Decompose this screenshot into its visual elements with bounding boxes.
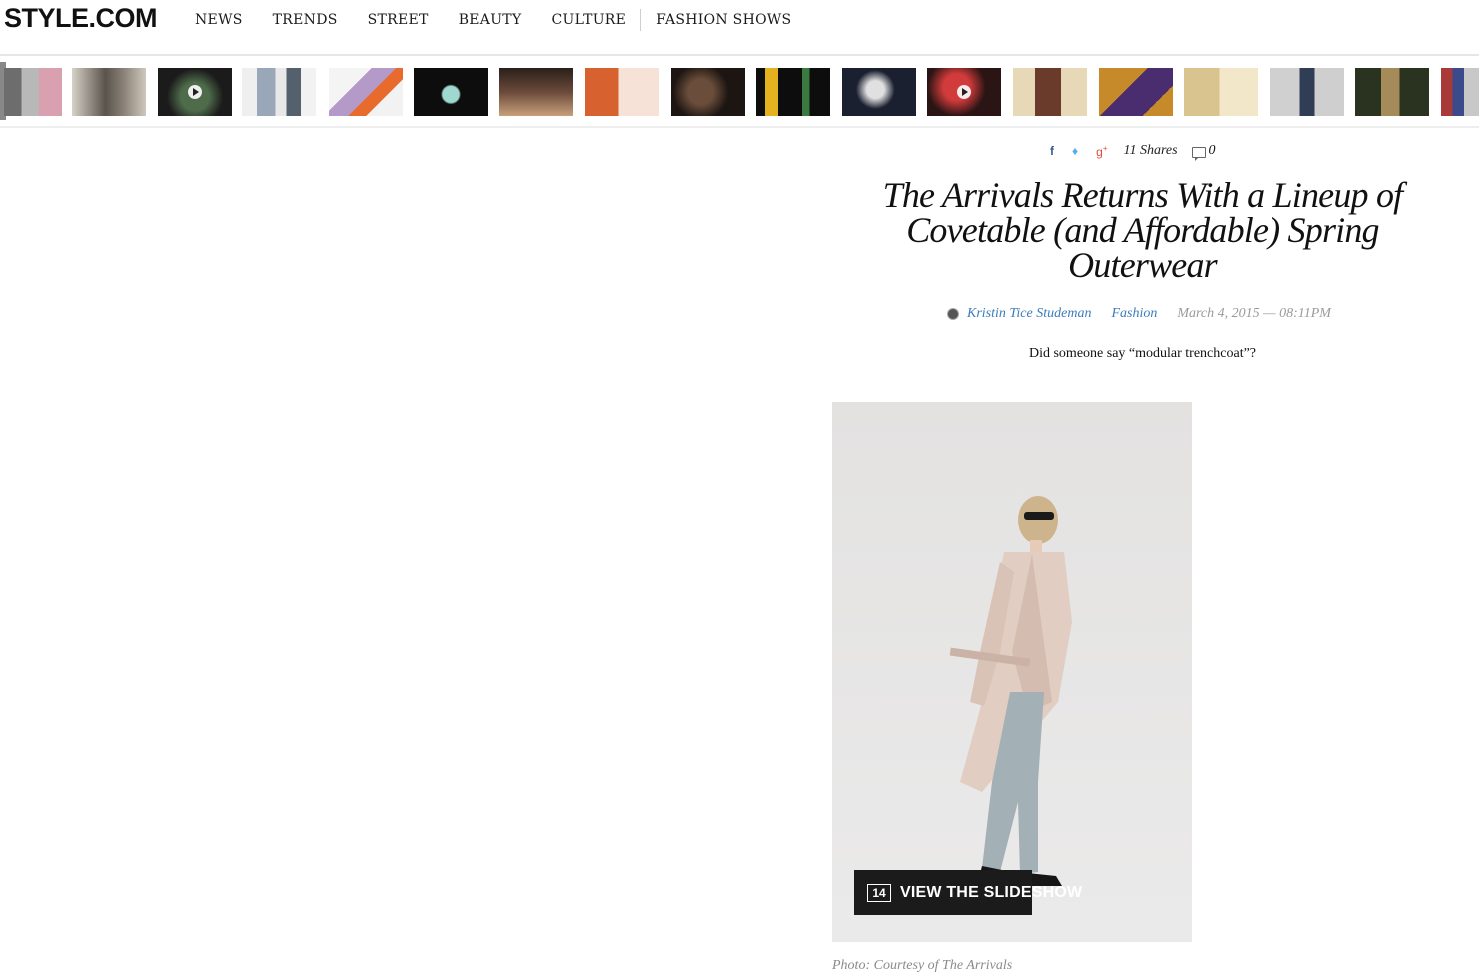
nav-trends[interactable]: TRENDS — [273, 12, 338, 28]
thumbnail-strip — [0, 60, 1479, 128]
slideshow-label: VIEW THE SLIDESHOW — [900, 884, 1083, 901]
nav-culture[interactable]: CULTURE — [552, 12, 627, 28]
thumbnail[interactable] — [1355, 68, 1429, 116]
slideshow-count: 14 — [867, 884, 891, 902]
view-slideshow-button[interactable]: 14 VIEW THE SLIDESHOW — [854, 870, 1082, 915]
nav-news[interactable]: NEWS — [195, 12, 243, 28]
photo-credit: Photo: Courtesy of The Arrivals — [832, 958, 1013, 973]
thumbnail[interactable] — [842, 68, 916, 116]
site-header: STYLE.COM NEWS TRENDS STREET BEAUTY CULT… — [0, 0, 1479, 56]
thumbnail[interactable] — [585, 68, 659, 116]
hero-image[interactable]: 14 VIEW THE SLIDESHOW — [832, 402, 1192, 942]
category-link[interactable]: Fashion — [1111, 306, 1157, 322]
google-plus-icon[interactable]: g+ — [1096, 144, 1107, 159]
article-dek: Did someone say “modular trenchcoat”? — [1028, 346, 1257, 361]
thumbnail[interactable] — [1013, 68, 1087, 116]
nav-fashion-shows[interactable]: FASHION SHOWS — [656, 12, 791, 28]
thumbnail[interactable] — [1441, 68, 1479, 116]
thumbnail[interactable] — [242, 68, 316, 116]
thumbnail[interactable] — [4, 68, 62, 116]
model-photo — [832, 402, 1192, 942]
thumbnail[interactable] — [1270, 68, 1344, 116]
twitter-icon[interactable]: ♦ — [1072, 144, 1078, 158]
thumbnail[interactable] — [72, 68, 146, 116]
publish-date: March 4, 2015 — 08:11PM — [1177, 306, 1331, 321]
nav-beauty[interactable]: BEAUTY — [459, 12, 522, 28]
site-logo[interactable]: STYLE.COM — [4, 3, 158, 34]
main-nav: NEWS TRENDS STREET BEAUTY CULTURE FASHIO… — [195, 9, 821, 31]
thumbnail[interactable] — [671, 68, 745, 116]
thumbnail[interactable] — [329, 68, 403, 116]
play-icon — [188, 85, 202, 99]
nav-divider — [640, 9, 642, 31]
thumbnail[interactable] — [756, 68, 830, 116]
share-bar: f ♦ g+ 11 Shares 0 — [1050, 143, 1216, 161]
article-byline: Kristin Tice Studeman Fashion March 4, 2… — [947, 306, 1331, 322]
video-thumbnail[interactable] — [158, 68, 232, 116]
nav-street[interactable]: STREET — [368, 12, 429, 28]
author-link[interactable]: Kristin Tice Studeman — [967, 306, 1091, 322]
article-title: The Arrivals Returns With a Lineup of Co… — [882, 175, 1404, 285]
thumbnail[interactable] — [1184, 68, 1258, 116]
author-avatar — [947, 308, 959, 320]
share-count: 11 Shares — [1123, 143, 1178, 158]
thumbnail[interactable] — [414, 68, 488, 116]
comment-icon[interactable] — [1191, 146, 1206, 161]
facebook-icon[interactable]: f — [1050, 144, 1054, 158]
comment-count[interactable]: 0 — [1209, 143, 1216, 159]
thumbnail[interactable] — [499, 68, 573, 116]
video-thumbnail[interactable] — [927, 68, 1001, 116]
thumbnail[interactable] — [1099, 68, 1173, 116]
play-icon — [957, 85, 971, 99]
